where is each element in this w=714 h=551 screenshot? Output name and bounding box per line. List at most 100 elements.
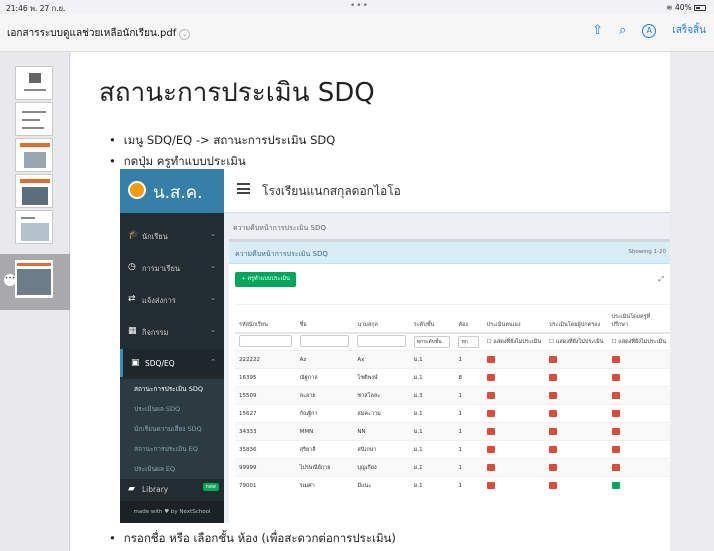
pending-status-icon[interactable] [486,482,495,490]
cell-level: ม.1 [409,476,455,495]
cell-level: ม.1 [409,422,455,441]
pending-status-icon[interactable] [611,464,620,471]
col-room[interactable]: ห้อง [454,304,483,334]
battery-percent: 40% [674,3,692,12]
nav-item-sdq-eq[interactable]: ▣ SDQ/EQ ⌃ [120,349,224,377]
showing-count: Showing 1-20 [628,249,666,255]
filter-last-input[interactable] [357,334,406,347]
pending-status-icon[interactable] [486,464,495,471]
table-row[interactable]: 79001 รเมศา มีแนะ ม.1 1 [235,476,670,495]
col-last-name[interactable]: นามสกุล [353,304,410,334]
page-thumbnail-5[interactable] [15,210,53,244]
pending-status-icon[interactable] [549,410,558,417]
filter-parent-checkbox[interactable]: ☐ แสดงที่ยังไม่ประเมิน [549,339,603,345]
pending-status-icon[interactable] [486,392,495,399]
students-table: รหัสนักเรียน ชื่อ นามสกุล ระดับชั้น ห้อง… [235,304,670,495]
pending-status-icon[interactable] [486,374,495,381]
cell-last-name: สมคะวาม [353,404,410,423]
cell-student-id: 79001 [235,476,296,495]
subnav-sdq-risk[interactable]: นักเรียนความเสี่ยง SDQ [120,419,224,439]
search-icon[interactable]: ⌕ [619,23,626,38]
filter-level-select[interactable]: ทุกระดับชั้น [413,335,451,348]
cell-room: 1 [454,458,483,477]
pending-status-icon[interactable] [611,446,620,453]
subnav-sdq-status[interactable]: สถานะการประเมิน SDQ [120,379,224,399]
teacher-assess-button[interactable]: + ครูทำแบบประเมิน [235,272,296,287]
document-title[interactable]: เอกสารระบบดูแลช่วยเหลือนักเรียน.pdf ⌄ [7,26,191,41]
col-first-name[interactable]: ชื่อ [295,304,354,334]
col-parent[interactable]: ประเมินโดยผู้ปกครอง [545,304,608,334]
table-row[interactable]: 99999 ไปรษณีย์กาย บุญเกียง ม.1 1 [235,458,670,477]
chevron-down-icon[interactable]: ⌄ [179,29,191,40]
cell-last-name: มีแนะ [353,476,410,495]
bullet-menu-path: เมนู SDQ/EQ -> สถานะการประเมิน SDQ [109,132,336,150]
pending-status-icon[interactable] [486,428,495,435]
pending-status-icon[interactable] [611,410,620,417]
subnav-eq-status[interactable]: สถานะการประเมิน EQ [120,439,224,459]
pending-status-icon[interactable] [486,356,495,363]
page-thumbnail-4[interactable] [15,174,53,208]
pending-status-icon[interactable] [549,392,558,399]
nav-item-activities[interactable]: ▦ กิจกรรม ⌄ [120,317,224,345]
subnav-sdq-result[interactable]: ประเมินผล SDQ [120,399,224,419]
nav-item-dispatch[interactable]: ⇄ แจ้งส่งการ ⌄ [120,285,224,313]
cell-room: 8 [454,368,483,387]
pending-status-icon[interactable] [611,428,620,435]
cell-student-id: 34333 [235,422,296,441]
col-self[interactable]: ประเมินตนเอง [482,304,546,334]
cell-last-name: NN [353,422,410,441]
col-level[interactable]: ระดับชั้น [409,304,455,334]
pending-status-icon[interactable] [549,482,558,490]
calendar-icon: ▦ [128,326,137,336]
markup-icon[interactable]: A [642,23,657,38]
pending-status-icon[interactable] [549,374,558,381]
filter-teacher-checkbox[interactable]: ☐ แสดงที่ยังไม่ประเมิน [612,339,666,345]
cell-level: ม.1 [409,458,455,477]
table-row[interactable]: 15627 กัณฐิกา สมคะวาม ม.1 1 [235,404,670,423]
pending-status-icon[interactable] [549,428,558,435]
page-thumbnail-2[interactable] [15,102,53,136]
pending-status-icon[interactable] [549,356,558,363]
col-teacher[interactable]: ประเมินโดยครูที่ปรึกษา [607,304,670,334]
page-thumbnail-current[interactable]: ••• [0,254,70,310]
pending-status-icon[interactable] [549,464,558,471]
table-row[interactable]: 35836 สุริยาลี สนิเกษา ม.1 1 [235,440,670,459]
multitask-dots-icon[interactable]: ••• [350,1,369,11]
graduation-cap-icon: 🎓 [128,230,140,240]
table-row[interactable]: 222222 Az Ax ม.1 1 [235,350,670,369]
pending-status-icon[interactable] [549,446,558,453]
book-icon: ▰ [128,484,135,494]
hamburger-menu-icon[interactable] [237,183,250,194]
cell-student-id: 222222 [235,350,296,369]
cell-student-id: 15627 [235,404,296,423]
cell-first-name: ไปรษณีย์กาย [295,458,354,477]
pending-status-icon[interactable] [486,446,495,453]
col-student-id[interactable]: รหัสนักเรียน [235,304,296,334]
nav-item-library[interactable]: ▰ Library new [120,475,224,503]
more-options-icon[interactable]: ••• [4,274,16,286]
nav-item-students[interactable]: 🎓 นักเรียน ⌄ [120,221,224,249]
battery-icon [694,5,706,11]
filter-id-input[interactable] [239,334,292,347]
nav-item-attendance[interactable]: ◷ การมาเรียน ⌄ [120,253,224,281]
expand-icon[interactable]: ⤢ [658,275,664,284]
pending-status-icon[interactable] [611,374,620,381]
table-row[interactable]: 15509 ละอาย ซาสโลละ ม.3 1 [235,386,670,405]
filter-self-checkbox[interactable]: ☐ แสดงที่ยังไม่ประเมิน [487,339,541,345]
pending-status-icon[interactable] [611,356,620,363]
clock-icon: ◷ [128,262,136,272]
page-thumbnail-1[interactable] [15,66,53,100]
filter-row: ทุกระดับชั้น ทุก ☐ แสดงที่ยังไม่ประเมิน … [235,332,670,351]
pending-status-icon[interactable] [611,392,620,399]
done-button[interactable]: เสร็จสิ้น [672,23,706,38]
pending-status-icon[interactable] [486,410,495,417]
page-thumbnail-3[interactable] [15,138,53,172]
app-sidebar: น.ส.ค. 🎓 นักเรียน ⌄ ◷ การมาเรียน ⌄ ⇄ แจ้งส… [120,169,224,523]
done-status-icon[interactable] [611,482,620,490]
filter-first-input[interactable] [299,334,350,347]
filter-room-select[interactable]: ทุก [458,335,479,348]
table-row[interactable]: 16395 ณัฐกาล โชติพงษ์ ม.1 8 [235,368,670,387]
share-icon[interactable]: ⇧ [592,23,603,38]
cell-first-name: กัณฐิกา [295,404,354,423]
table-row[interactable]: 34333 MMN NN ม.1 1 [235,422,670,441]
